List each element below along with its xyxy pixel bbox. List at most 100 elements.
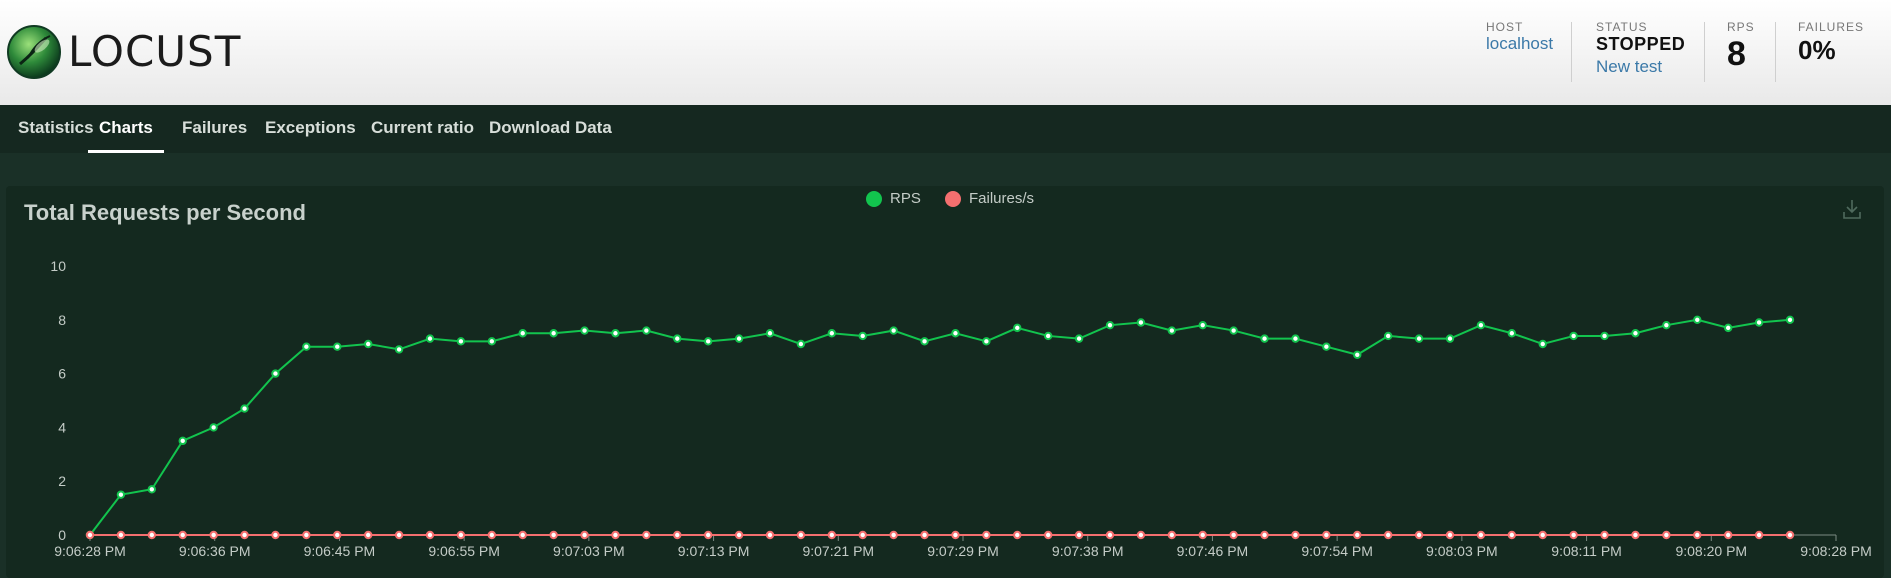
data-point-rps [951, 329, 960, 338]
logo-text: LOCUST [68, 27, 242, 76]
data-point-rps [394, 345, 404, 354]
data-point-rps [116, 490, 126, 499]
data-point-rps [1291, 334, 1300, 343]
data-point-failures [240, 530, 249, 540]
data-point-failures [271, 530, 280, 540]
data-point-failures [1353, 530, 1362, 540]
data-point-rps [333, 342, 342, 351]
data-point-failures [1074, 530, 1084, 540]
data-point-rps [889, 326, 898, 335]
data-point-rps [1043, 331, 1053, 341]
tab-bar: Statistics Charts Failures Exceptions Cu… [0, 105, 1891, 153]
data-point-rps [1507, 329, 1517, 338]
data-point-failures [549, 530, 558, 540]
tab-download-data[interactable]: Download Data [489, 105, 612, 153]
data-point-rps [1476, 320, 1486, 330]
data-point-failures [1445, 530, 1455, 540]
host-label: HOST [1486, 20, 1524, 34]
data-point-failures [1476, 530, 1486, 540]
data-point-failures [1693, 530, 1702, 540]
failures-stat: FAILURES 0% [1798, 20, 1864, 66]
y-tick-label: 8 [58, 312, 66, 328]
data-point-failures [1754, 530, 1764, 540]
data-point-rps [1198, 320, 1207, 330]
y-tick-label: 6 [58, 366, 66, 382]
data-point-rps [673, 334, 682, 343]
x-tick-label: 9:07:13 PM [678, 543, 750, 559]
host-stat: HOST localhost [1486, 20, 1553, 54]
data-point-failures [1291, 530, 1300, 540]
data-point-failures [1383, 530, 1393, 540]
data-point-rps [827, 329, 837, 338]
series-line-rps [89, 318, 1791, 536]
stat-divider [1704, 22, 1705, 82]
data-point-failures [1538, 530, 1547, 540]
data-point-failures [1105, 530, 1115, 540]
data-point-rps [147, 485, 157, 494]
data-point-rps [1136, 318, 1146, 327]
data-point-failures [1013, 530, 1022, 540]
data-point-failures [889, 530, 898, 540]
data-point-failures [425, 530, 435, 540]
data-point-failures [1229, 530, 1238, 540]
data-point-failures [1631, 530, 1640, 540]
chart-panel: Total Requests per Second RPS Failures/s… [6, 186, 1884, 578]
data-point-rps [1538, 339, 1547, 349]
y-tick-label: 2 [58, 473, 66, 489]
data-point-rps [920, 337, 929, 346]
data-point-failures [580, 530, 589, 540]
data-point-rps [1445, 334, 1455, 343]
data-point-failures [1198, 530, 1207, 540]
data-point-failures [394, 530, 404, 540]
data-point-rps [1260, 334, 1269, 343]
x-tick-label: 9:06:28 PM [54, 543, 126, 559]
tab-failures[interactable]: Failures [182, 105, 247, 153]
data-point-failures [796, 530, 806, 540]
data-point-rps [1322, 342, 1331, 351]
stat-divider [1571, 22, 1572, 82]
data-point-failures [673, 530, 682, 540]
data-point-failures [116, 530, 126, 540]
locust-logo-icon[interactable] [6, 24, 62, 80]
data-point-rps [240, 404, 249, 413]
new-test-link[interactable]: New test [1596, 57, 1685, 77]
data-point-rps [1074, 334, 1084, 343]
data-point-rps [734, 334, 744, 343]
data-point-failures [518, 530, 527, 540]
data-point-rps [1167, 326, 1177, 335]
tab-exceptions[interactable]: Exceptions [265, 105, 356, 153]
tab-current-ratio[interactable]: Current ratio [371, 105, 474, 153]
data-point-rps [703, 337, 713, 346]
status-label: STATUS [1596, 20, 1648, 34]
data-point-rps [178, 436, 187, 446]
data-point-rps [1785, 315, 1795, 325]
data-point-failures [765, 530, 775, 540]
tab-charts[interactable]: Charts [88, 105, 164, 153]
data-point-rps [1013, 323, 1022, 333]
x-tick-label: 9:08:03 PM [1426, 543, 1498, 559]
rps-stat: RPS 8 [1727, 20, 1755, 74]
stat-divider [1775, 22, 1776, 82]
data-point-rps [611, 329, 620, 338]
data-point-rps [1754, 318, 1764, 327]
data-point-failures [1043, 530, 1053, 540]
data-point-rps [1569, 331, 1578, 341]
tab-statistics[interactable]: Statistics [18, 105, 94, 153]
data-point-failures [951, 530, 960, 540]
x-tick-label: 9:06:55 PM [428, 543, 500, 559]
data-point-failures [1785, 530, 1795, 540]
data-point-rps [271, 369, 280, 378]
x-tick-label: 9:06:45 PM [304, 543, 376, 559]
data-point-rps [456, 337, 466, 346]
data-point-rps [765, 329, 775, 338]
data-point-rps [1229, 326, 1238, 335]
rps-label: RPS [1727, 20, 1755, 34]
failures-label: FAILURES [1798, 20, 1865, 34]
rps-value: 8 [1727, 35, 1746, 73]
data-point-rps [1414, 334, 1424, 343]
host-value: localhost [1486, 34, 1554, 53]
data-point-failures [1507, 530, 1517, 540]
data-point-rps [425, 334, 435, 343]
y-tick-label: 10 [50, 258, 66, 274]
data-point-rps [1105, 320, 1115, 330]
